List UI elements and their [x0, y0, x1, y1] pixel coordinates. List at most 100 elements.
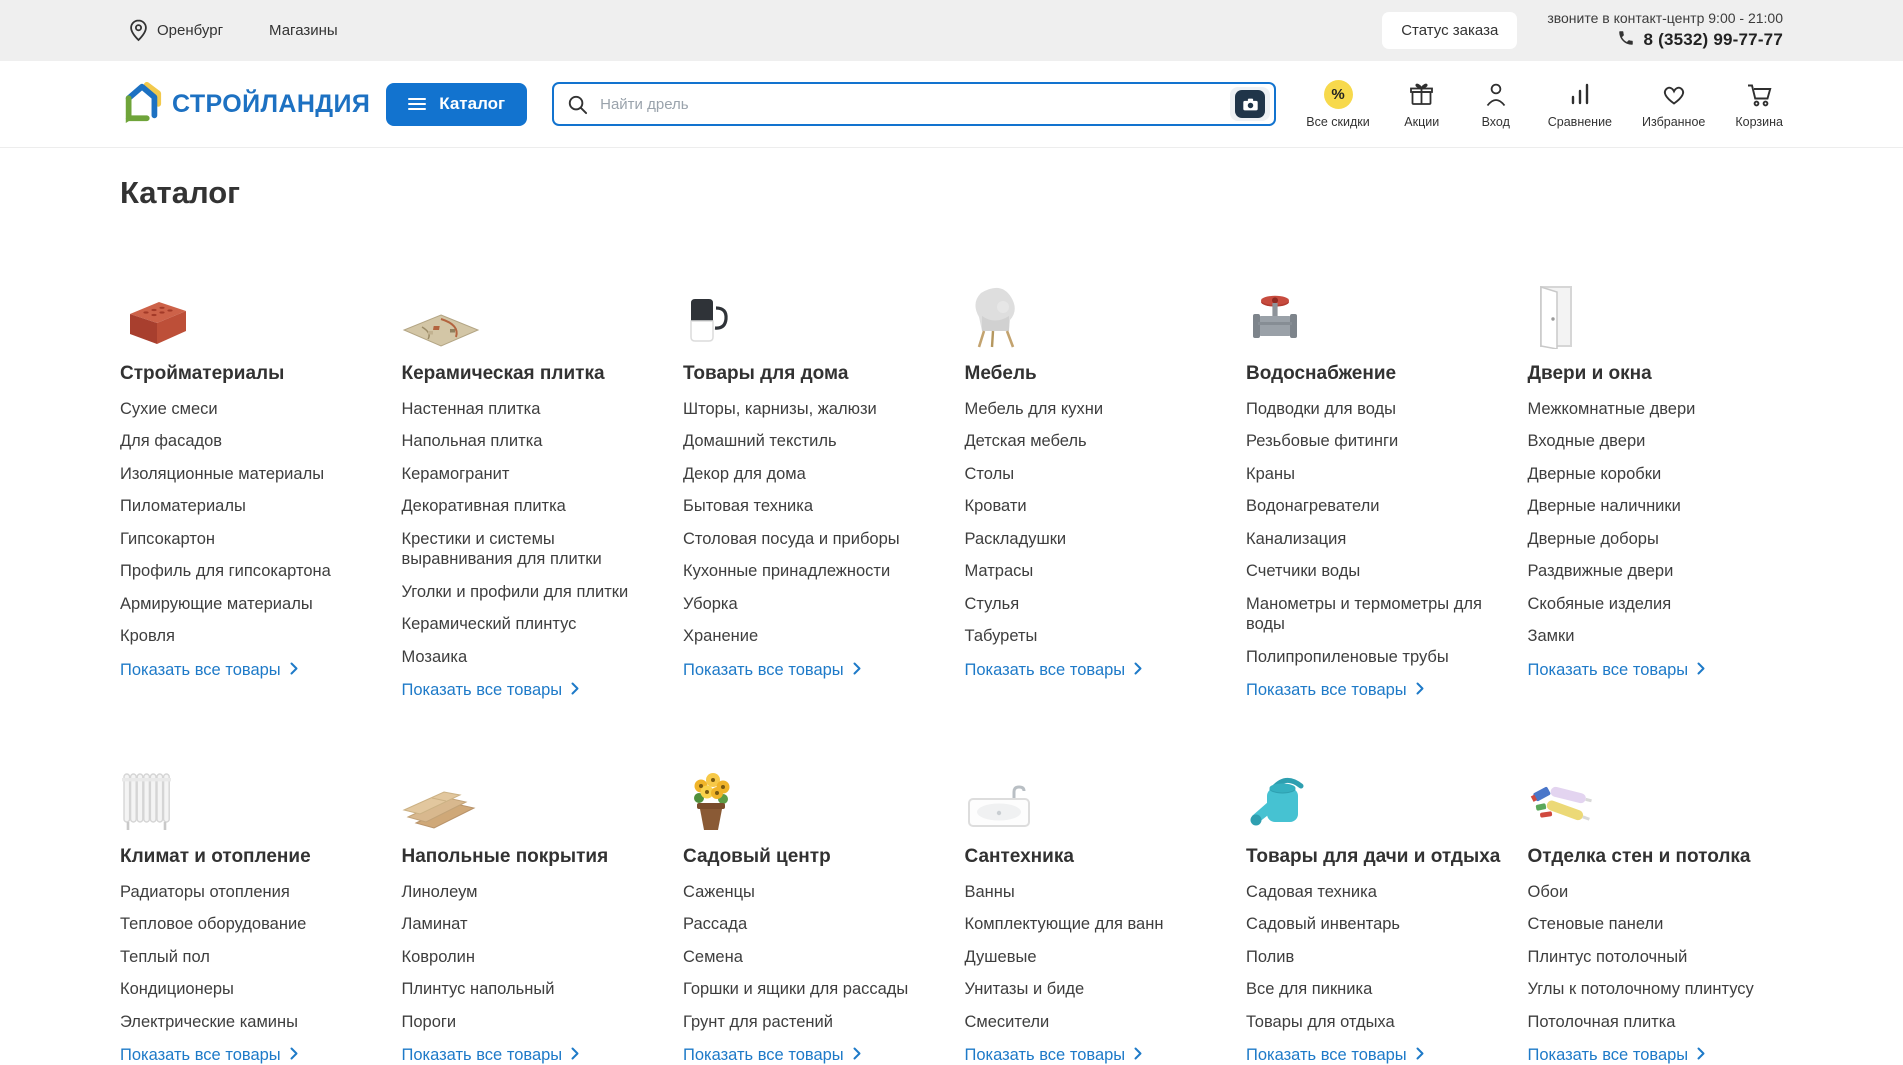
action-user[interactable]: Вход	[1474, 80, 1518, 129]
category-item-link[interactable]: Настенная плитка	[402, 399, 541, 419]
category-item-link[interactable]: Потолочная плитка	[1528, 1012, 1676, 1032]
sink-icon[interactable]	[965, 746, 1221, 832]
category-item-link[interactable]: Краны	[1246, 464, 1295, 484]
category-item-link[interactable]: Радиаторы отопления	[120, 882, 290, 902]
category-item-link[interactable]: Раскладушки	[965, 529, 1067, 549]
category-item-link[interactable]: Сухие смеси	[120, 399, 218, 419]
category-title[interactable]: Стройматериалы	[120, 363, 376, 386]
category-title[interactable]: Климат и отопление	[120, 846, 376, 869]
category-item-link[interactable]: Горшки и ящики для рассады	[683, 979, 908, 999]
category-item-link[interactable]: Рассада	[683, 914, 747, 934]
image-search-button[interactable]	[1230, 87, 1270, 121]
category-item-link[interactable]: Садовый инвентарь	[1246, 914, 1400, 934]
show-all-link[interactable]: Показать все товары	[683, 661, 861, 680]
category-item-link[interactable]: Тепловое оборудование	[120, 914, 306, 934]
category-item-link[interactable]: Садовая техника	[1246, 882, 1377, 902]
category-title[interactable]: Керамическая плитка	[402, 363, 658, 386]
category-item-link[interactable]: Ковролин	[402, 947, 476, 967]
category-item-link[interactable]: Декоративная плитка	[402, 496, 566, 516]
category-item-link[interactable]: Резьбовые фитинги	[1246, 431, 1398, 451]
tile-icon[interactable]	[402, 263, 658, 349]
show-all-link[interactable]: Показать все товары	[683, 1046, 861, 1065]
flowers-icon[interactable]	[683, 746, 939, 832]
show-all-link[interactable]: Показать все товары	[120, 661, 298, 680]
category-item-link[interactable]: Плинтус потолочный	[1528, 947, 1688, 967]
category-title[interactable]: Товары для дачи и отдыха	[1246, 846, 1502, 869]
category-item-link[interactable]: Шторы, карнизы, жалюзи	[683, 399, 877, 419]
category-item-link[interactable]: Ванны	[965, 882, 1015, 902]
category-item-link[interactable]: Армирующие материалы	[120, 594, 313, 614]
category-item-link[interactable]: Раздвижные двери	[1528, 561, 1674, 581]
category-item-link[interactable]: Для фасадов	[120, 431, 222, 451]
category-item-link[interactable]: Кровля	[120, 626, 175, 646]
category-item-link[interactable]: Семена	[683, 947, 743, 967]
category-item-link[interactable]: Пороги	[402, 1012, 457, 1032]
category-item-link[interactable]: Счетчики воды	[1246, 561, 1360, 581]
category-title[interactable]: Водоснабжение	[1246, 363, 1502, 386]
category-item-link[interactable]: Водонагреватели	[1246, 496, 1380, 516]
category-title[interactable]: Двери и окна	[1528, 363, 1784, 386]
category-item-link[interactable]: Все для пикника	[1246, 979, 1372, 999]
category-item-link[interactable]: Дверные наличники	[1528, 496, 1681, 516]
order-status-button[interactable]: Статус заказа	[1382, 12, 1517, 49]
category-item-link[interactable]: Скобяные изделия	[1528, 594, 1672, 614]
category-item-link[interactable]: Уголки и профили для плитки	[402, 582, 629, 602]
category-item-link[interactable]: Товары для отдыха	[1246, 1012, 1395, 1032]
category-item-link[interactable]: Смесители	[965, 1012, 1050, 1032]
paint-rollers-icon[interactable]	[1528, 746, 1784, 832]
category-item-link[interactable]: Стулья	[965, 594, 1020, 614]
category-title[interactable]: Мебель	[965, 363, 1221, 386]
category-item-link[interactable]: Крестики и системы выравнивания для плит…	[402, 529, 658, 569]
category-item-link[interactable]: Грунт для растений	[683, 1012, 833, 1032]
category-item-link[interactable]: Бытовая техника	[683, 496, 813, 516]
category-item-link[interactable]: Электрические камины	[120, 1012, 298, 1032]
category-item-link[interactable]: Полипропиленовые трубы	[1246, 647, 1449, 667]
show-all-link[interactable]: Показать все товары	[120, 1046, 298, 1065]
armchair-icon[interactable]	[965, 263, 1221, 349]
search-input[interactable]	[598, 95, 1274, 114]
door-icon[interactable]	[1528, 263, 1784, 349]
category-item-link[interactable]: Полив	[1246, 947, 1294, 967]
category-item-link[interactable]: Керамический плинтус	[402, 614, 577, 634]
category-item-link[interactable]: Кровати	[965, 496, 1027, 516]
category-item-link[interactable]: Плинтус напольный	[402, 979, 555, 999]
category-item-link[interactable]: Саженцы	[683, 882, 755, 902]
category-item-link[interactable]: Столы	[965, 464, 1015, 484]
category-item-link[interactable]: Теплый пол	[120, 947, 210, 967]
category-title[interactable]: Сантехника	[965, 846, 1221, 869]
category-item-link[interactable]: Хранение	[683, 626, 758, 646]
logo[interactable]: СТРОЙЛАНДИЯ	[120, 81, 370, 128]
category-title[interactable]: Товары для дома	[683, 363, 939, 386]
category-item-link[interactable]: Кондиционеры	[120, 979, 234, 999]
category-title[interactable]: Садовый центр	[683, 846, 939, 869]
category-item-link[interactable]: Изоляционные материалы	[120, 464, 324, 484]
category-item-link[interactable]: Входные двери	[1528, 431, 1646, 451]
category-item-link[interactable]: Унитазы и биде	[965, 979, 1085, 999]
action-heart[interactable]: Избранное	[1642, 80, 1705, 129]
show-all-link[interactable]: Показать все товары	[402, 1046, 580, 1065]
laminate-icon[interactable]	[402, 746, 658, 832]
category-item-link[interactable]: Подводки для воды	[1246, 399, 1396, 419]
category-item-link[interactable]: Ламинат	[402, 914, 468, 934]
category-item-link[interactable]: Табуреты	[965, 626, 1038, 646]
action-compare[interactable]: Сравнение	[1548, 80, 1612, 129]
show-all-link[interactable]: Показать все товары	[1528, 661, 1706, 680]
category-item-link[interactable]: Душевые	[965, 947, 1037, 967]
show-all-link[interactable]: Показать все товары	[1246, 1046, 1424, 1065]
category-item-link[interactable]: Напольная плитка	[402, 431, 543, 451]
action-gift[interactable]: Акции	[1400, 80, 1444, 129]
city-selector[interactable]: Оренбург	[120, 19, 223, 42]
category-item-link[interactable]: Матрасы	[965, 561, 1034, 581]
action-cart[interactable]: Корзина	[1735, 80, 1783, 129]
catalog-button[interactable]: Каталог	[386, 83, 527, 126]
phone-number[interactable]: 8 (3532) 99-77-77	[1644, 30, 1784, 50]
category-item-link[interactable]: Манометры и термометры для воды	[1246, 594, 1502, 634]
category-item-link[interactable]: Декор для дома	[683, 464, 806, 484]
action-percent[interactable]: %Все скидки	[1306, 80, 1369, 129]
show-all-link[interactable]: Показать все товары	[965, 661, 1143, 680]
category-item-link[interactable]: Уборка	[683, 594, 738, 614]
category-item-link[interactable]: Канализация	[1246, 529, 1346, 549]
show-all-link[interactable]: Показать все товары	[1246, 681, 1424, 700]
show-all-link[interactable]: Показать все товары	[1528, 1046, 1706, 1065]
category-item-link[interactable]: Углы к потолочному плинтусу	[1528, 979, 1754, 999]
